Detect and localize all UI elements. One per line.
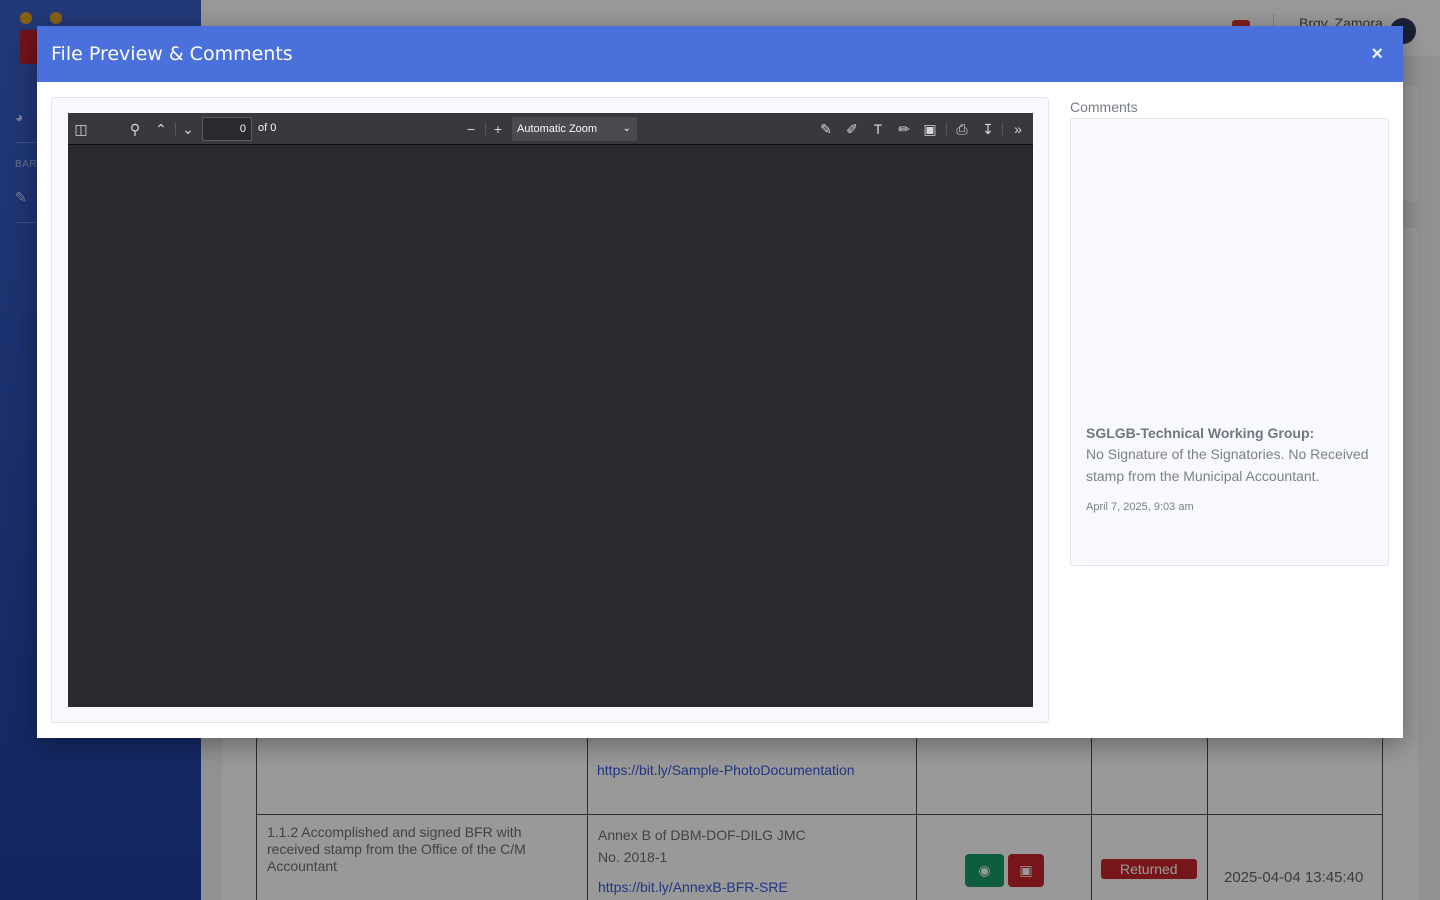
download-icon[interactable]: ↧ bbox=[978, 119, 998, 139]
more-tools-icon[interactable]: » bbox=[1008, 119, 1028, 139]
draw-icon[interactable]: ✏ bbox=[894, 119, 914, 139]
comment-text: No Signature of the Signatories. No Rece… bbox=[1086, 446, 1369, 484]
comment-item: SGLGB-Technical Working Group: No Signat… bbox=[1086, 423, 1376, 513]
toolbar-divider bbox=[175, 122, 176, 136]
chevron-up-icon[interactable]: ⌃ bbox=[151, 119, 171, 139]
print-icon[interactable]: ⎙ bbox=[952, 119, 972, 139]
zoom-out-icon[interactable]: − bbox=[461, 119, 481, 139]
sign-icon[interactable]: ✎ bbox=[816, 119, 836, 139]
highlight-icon[interactable]: ✐ bbox=[842, 119, 862, 139]
file-preview-panel: ◫ ⚲ ⌃ ⌄ 0 of 0 − + Automatic Zoom ⌄ ✎ ✐ … bbox=[51, 97, 1049, 723]
comments-panel: SGLGB-Technical Working Group: No Signat… bbox=[1070, 118, 1389, 566]
comment-author: SGLGB-Technical Working Group: bbox=[1086, 425, 1315, 441]
sidebar-toggle-icon[interactable]: ◫ bbox=[71, 119, 91, 139]
image-icon[interactable]: ▣ bbox=[920, 119, 940, 139]
zoom-value: Automatic Zoom bbox=[517, 123, 598, 135]
file-preview-modal: File Preview & Comments × ◫ ⚲ ⌃ ⌄ 0 of 0… bbox=[37, 26, 1403, 738]
chevron-down-icon[interactable]: ⌄ bbox=[178, 119, 198, 139]
pdf-toolbar: ◫ ⚲ ⌃ ⌄ 0 of 0 − + Automatic Zoom ⌄ ✎ ✐ … bbox=[68, 113, 1033, 145]
zoom-in-icon[interactable]: + bbox=[488, 119, 508, 139]
zoom-select[interactable]: Automatic Zoom ⌄ bbox=[512, 117, 637, 141]
page-count: of 0 bbox=[258, 122, 277, 134]
text-tool-icon[interactable]: T bbox=[868, 119, 888, 139]
toolbar-divider bbox=[485, 122, 486, 136]
toolbar-divider bbox=[946, 122, 947, 136]
page-number-input[interactable]: 0 bbox=[202, 117, 252, 141]
comment-date: April 7, 2025, 9:03 am bbox=[1086, 501, 1194, 513]
pdf-canvas[interactable] bbox=[68, 146, 1033, 707]
chevron-down-icon: ⌄ bbox=[622, 123, 631, 134]
toolbar-divider bbox=[1002, 122, 1003, 136]
pdf-viewer: ◫ ⚲ ⌃ ⌄ 0 of 0 − + Automatic Zoom ⌄ ✎ ✐ … bbox=[68, 113, 1033, 707]
search-icon[interactable]: ⚲ bbox=[125, 119, 145, 139]
modal-title: File Preview & Comments bbox=[51, 43, 293, 65]
modal-header: File Preview & Comments × bbox=[37, 26, 1403, 82]
comments-label: Comments bbox=[1070, 99, 1138, 115]
close-button[interactable]: × bbox=[1365, 43, 1389, 66]
